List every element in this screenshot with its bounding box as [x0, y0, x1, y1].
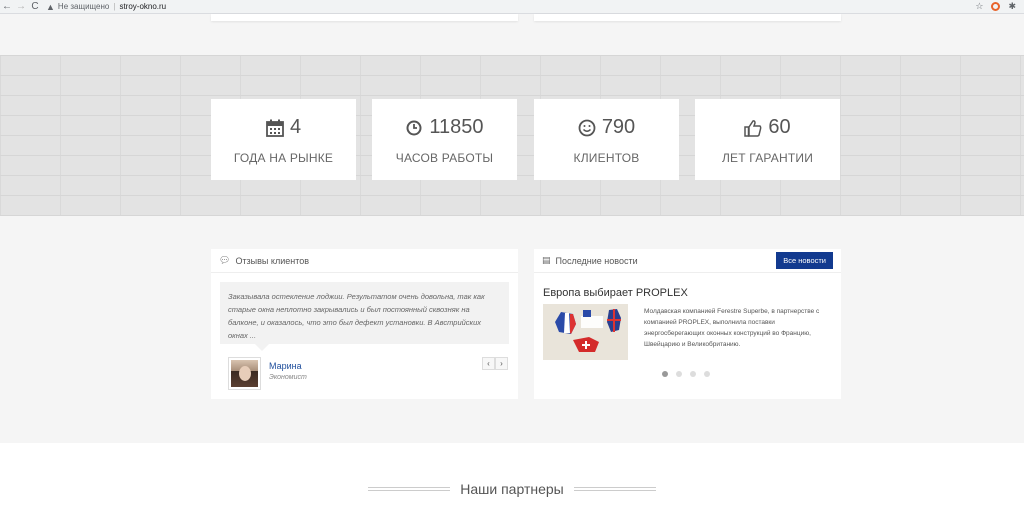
- pagination-dot[interactable]: [704, 371, 710, 377]
- prev-review-button[interactable]: ‹: [482, 357, 495, 370]
- clock-icon: [406, 120, 422, 135]
- next-review-button[interactable]: ›: [495, 357, 508, 370]
- back-button[interactable]: ←: [0, 0, 14, 14]
- reload-button[interactable]: C: [28, 0, 42, 14]
- url-text[interactable]: stroy-okno.ru: [119, 2, 166, 11]
- stat-label: КЛИЕНТОВ: [573, 151, 640, 165]
- reviews-heading: Отзывы клиентов: [235, 255, 310, 266]
- quote-tail: [255, 344, 269, 351]
- stat-clients: 790 КЛИЕНТОВ: [534, 99, 679, 180]
- title-line-right: [573, 487, 656, 491]
- title-line-left: [368, 487, 451, 491]
- news-pagination: [662, 371, 710, 377]
- address-bar[interactable]: ▲ Не защищено | stroy-okno.ru: [46, 1, 975, 13]
- thumbs-up-icon: [744, 119, 762, 137]
- partners-heading-row: Наши партнеры: [0, 481, 1024, 497]
- stat-value: 790: [601, 116, 636, 138]
- pagination-dot[interactable]: [676, 371, 682, 377]
- europe-map-image: [543, 304, 628, 360]
- stat-value: 11850: [429, 116, 484, 138]
- avatar-photo: [231, 360, 258, 387]
- stat-value: 60: [768, 116, 791, 138]
- stat-warranty: 60 ЛЕТ ГАРАНТИИ: [695, 99, 840, 180]
- extensions-puzzle-icon[interactable]: ✱: [1008, 1, 1016, 12]
- stat-years: 4 ГОДА НА РЫНКЕ: [211, 99, 356, 180]
- security-status[interactable]: Не защищено: [58, 2, 109, 11]
- stat-label: ГОДА НА РЫНКЕ: [233, 151, 334, 165]
- pagination-dot[interactable]: [662, 371, 668, 377]
- partners-title: Наши партнеры: [460, 481, 564, 497]
- reviewer-name[interactable]: Марина: [269, 361, 302, 371]
- news-widget: ▤ Последние новости Все новости Европа в…: [534, 249, 841, 399]
- stat-value: 4: [289, 116, 302, 138]
- browser-toolbar: ← → C ▲ Не защищено | stroy-okno.ru ☆ ✱: [0, 0, 1024, 14]
- forward-button[interactable]: →: [14, 0, 28, 14]
- warning-icon[interactable]: ▲: [46, 2, 55, 12]
- stat-label: ЛЕТ ГАРАНТИИ: [721, 151, 814, 165]
- news-text: Молдавская компанией Ferestre Superbe, в…: [644, 308, 820, 348]
- smile-icon: [578, 119, 596, 136]
- news-heading: Последние новости: [555, 255, 638, 266]
- calendar-icon: [266, 119, 284, 137]
- comment-icon: 💬︎: [219, 255, 231, 265]
- review-quote: Заказывала остекление лоджии. Результато…: [220, 282, 509, 344]
- pagination-dot[interactable]: [690, 371, 696, 377]
- avatar: [228, 357, 261, 390]
- news-title[interactable]: Европа выбирает PROPLEX: [543, 287, 688, 299]
- newspaper-icon: ▤: [542, 255, 551, 265]
- reviews-widget: 💬︎ Отзывы клиентов Заказывала остекление…: [211, 249, 518, 399]
- news-image[interactable]: [543, 304, 628, 360]
- stat-label: ЧАСОВ РАБОТЫ: [395, 151, 494, 165]
- extension-target-icon[interactable]: [991, 2, 1001, 11]
- card-bottom-right: [534, 14, 841, 21]
- reviewer-role: Экономист: [269, 374, 307, 381]
- card-bottom-left: [211, 14, 518, 21]
- stat-hours: 11850 ЧАСОВ РАБОТЫ: [372, 99, 517, 180]
- reviews-header: 💬︎ Отзывы клиентов: [211, 249, 518, 273]
- review-nav: ‹ ›: [482, 357, 508, 370]
- all-news-button[interactable]: Все новости: [776, 252, 833, 269]
- address-separator: |: [113, 2, 116, 11]
- top-cards-area: [0, 14, 1024, 22]
- bookmark-star-icon[interactable]: ☆: [975, 1, 983, 12]
